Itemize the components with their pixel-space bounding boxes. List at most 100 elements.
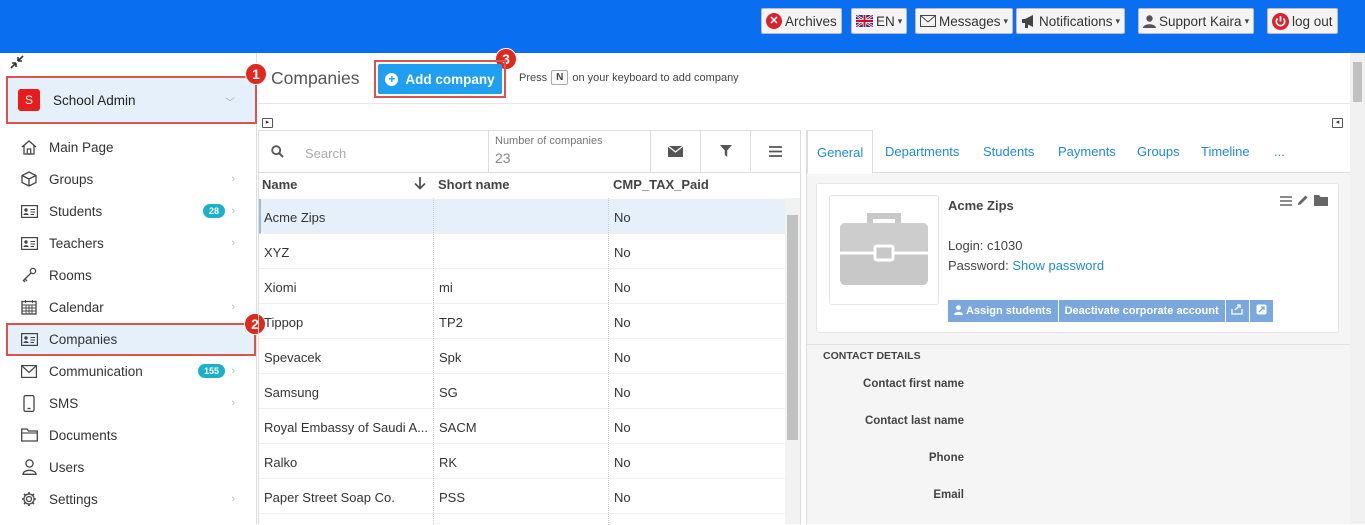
list-scrollbar-thumb[interactable]	[787, 215, 798, 440]
divider	[258, 103, 1350, 104]
assign-students-button[interactable]: Assign students	[948, 300, 1059, 322]
school-selector[interactable]: S School Admin ﹀	[6, 76, 257, 124]
deactivate-account-button[interactable]: Deactivate corporate account	[1058, 300, 1226, 322]
sidebar-item-communication[interactable]: Communication 155 ›	[0, 355, 257, 387]
chevron-down-icon: ▾	[897, 15, 903, 26]
tab-payments[interactable]: Payments	[1058, 144, 1116, 159]
top-bar: ✕ Archives EN ▾ Messages ▾ Notifications…	[0, 0, 1365, 53]
tab-students[interactable]: Students	[983, 144, 1034, 159]
chevron-right-icon: ›	[231, 205, 235, 217]
column-header-short-name[interactable]: Short name	[438, 177, 510, 192]
search-input[interactable]: Search	[305, 146, 346, 161]
language-dropdown[interactable]: EN ▾	[851, 8, 908, 34]
archives-label: Archives	[785, 13, 837, 29]
tab-groups[interactable]: Groups	[1137, 144, 1180, 159]
sort-arrow-down-icon[interactable]	[414, 177, 426, 193]
expand-left-icon[interactable]: ▸	[262, 118, 273, 128]
contact-first-name-label: Contact first name	[863, 378, 964, 390]
sidebar-item-students[interactable]: Students 28 ›	[0, 195, 257, 227]
email-button[interactable]	[650, 131, 700, 173]
company-password: Password: Show password	[948, 258, 1104, 273]
home-icon	[20, 139, 38, 155]
briefcase-icon	[838, 211, 930, 290]
pencil-icon[interactable]	[1297, 194, 1309, 209]
bullhorn-icon	[1021, 14, 1036, 28]
chevron-down-icon: ▾	[1115, 15, 1121, 26]
cell-short-name: PSS	[439, 490, 466, 505]
sidebar-item-rooms[interactable]: Rooms	[0, 259, 257, 291]
notifications-dropdown[interactable]: Notifications ▾	[1016, 8, 1126, 34]
company-logo[interactable]	[829, 195, 939, 305]
table-row[interactable]: Acme Zips No	[259, 199, 785, 234]
logout-button[interactable]: log out	[1267, 8, 1338, 34]
cell-tax-paid: No	[614, 350, 631, 365]
sidebar-item-users[interactable]: Users	[0, 451, 257, 483]
page-scrollbar-thumb[interactable]	[1353, 62, 1362, 102]
sidebar-item-label: Settings	[49, 491, 98, 507]
hamburger-icon	[769, 145, 782, 160]
cell-short-name: RK	[439, 455, 458, 470]
search-icon	[271, 145, 284, 161]
column-header-tax-paid[interactable]: CMP_TAX_Paid	[613, 177, 709, 192]
archives-button[interactable]: ✕ Archives	[761, 8, 842, 34]
cell-short-name: SACM	[439, 420, 477, 435]
cell-short-name: Spk	[439, 350, 462, 365]
sidebar-item-calendar[interactable]: Calendar ›	[0, 291, 257, 323]
cell-tax-paid: No	[614, 490, 631, 505]
tab-general[interactable]: General	[807, 130, 874, 174]
chevron-down-icon: ▾	[1003, 15, 1009, 26]
card-action-buttons: Assign students Deactivate corporate acc…	[948, 300, 1274, 322]
table-row[interactable]: Spevacek Spk No	[259, 339, 785, 374]
sidebar-item-documents[interactable]: Documents	[0, 419, 257, 451]
id-card-icon	[20, 236, 38, 250]
table-row[interactable]: Royal Embassy of Saudi A... SACM No	[259, 409, 785, 444]
expand-right-icon[interactable]: ◂	[1332, 118, 1343, 128]
logout-label: log out	[1292, 13, 1333, 29]
show-password-link[interactable]: Show password	[1012, 258, 1104, 273]
table-row[interactable]: Ralko RK No	[259, 444, 785, 479]
email-label: Email	[933, 489, 964, 501]
table-row[interactable]: Tippop TP2 No	[259, 304, 785, 339]
sidebar-item-label: SMS	[49, 395, 79, 411]
user-menu-dropdown[interactable]: Support Kaira ▾	[1138, 8, 1255, 34]
envelope-icon	[920, 15, 936, 27]
sidebar-item-companies[interactable]: Companies	[0, 323, 257, 355]
contact-last-name-label: Contact last name	[864, 415, 964, 427]
column-header-name[interactable]: Name	[262, 177, 297, 192]
close-circle-icon: ✕	[766, 13, 782, 29]
card-actions	[1280, 194, 1328, 209]
messages-dropdown[interactable]: Messages ▾	[915, 8, 1014, 34]
folder-icon[interactable]	[1314, 194, 1328, 209]
sidebar-item-label: Groups	[49, 171, 94, 187]
deactivate-account-label: Deactivate corporate account	[1064, 305, 1219, 317]
sidebar-item-groups[interactable]: Groups ›	[0, 163, 257, 195]
tab-timeline[interactable]: Timeline	[1201, 144, 1250, 159]
tab-departments[interactable]: Departments	[885, 144, 959, 159]
table-row[interactable]: Paper Street Soap Co. PSS No	[259, 479, 785, 514]
list-toolbar: Search Number of companies 23	[259, 131, 800, 173]
sidebar-item-teachers[interactable]: Teachers ›	[0, 227, 257, 259]
menu-button[interactable]	[750, 131, 800, 173]
table-row[interactable]: XYZ No	[259, 234, 785, 269]
add-company-button[interactable]: + Add company	[378, 64, 502, 94]
share-button[interactable]	[1225, 300, 1250, 322]
filter-button[interactable]	[700, 131, 750, 173]
sidebar-item-settings[interactable]: Settings ›	[0, 483, 257, 515]
keyboard-hint: Press N on your keyboard to add company	[519, 70, 739, 85]
cell-tax-paid: No	[614, 385, 631, 400]
page-scrollbar[interactable]	[1350, 53, 1365, 524]
collapse-icon[interactable]	[10, 55, 24, 72]
company-name: Acme Zips	[948, 198, 1014, 213]
cell-tax-paid: No	[614, 455, 631, 470]
sidebar-item-label: Main Page	[49, 139, 114, 155]
sidebar-item-sms[interactable]: SMS ›	[0, 387, 257, 419]
list-icon[interactable]	[1280, 194, 1292, 209]
sidebar-item-main-page[interactable]: Main Page	[0, 131, 257, 163]
sidebar-item-label: Documents	[49, 427, 118, 443]
table-row[interactable]: Xiomi mi No	[259, 269, 785, 304]
external-link-button[interactable]	[1249, 300, 1274, 322]
sidebar-item-label: Teachers	[49, 235, 104, 251]
detail-tabs: General Departments Students Payments Gr…	[807, 130, 1351, 174]
table-row[interactable]: Samsung SG No	[259, 374, 785, 409]
tab-more[interactable]: ...	[1274, 144, 1285, 159]
